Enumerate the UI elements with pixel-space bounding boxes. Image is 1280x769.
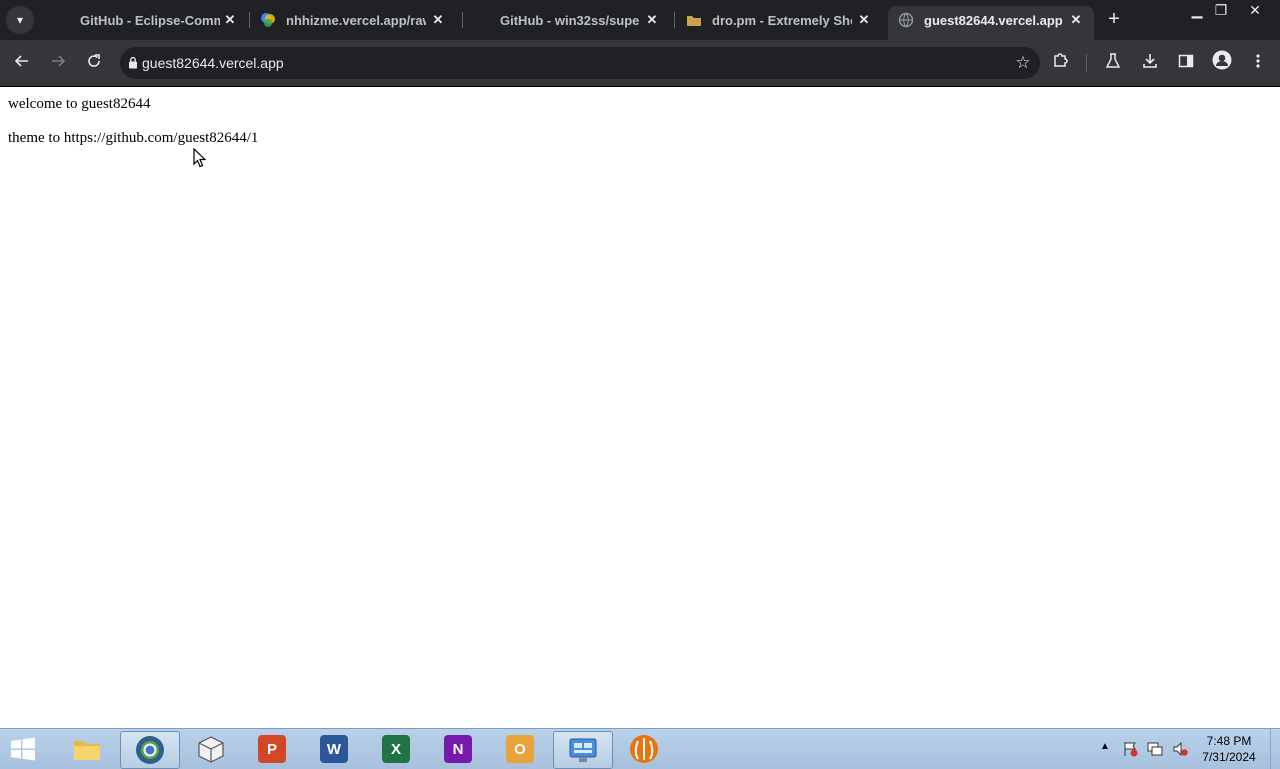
onenote-icon: N xyxy=(444,735,472,763)
chevron-down-icon: ▾ xyxy=(16,13,24,27)
tab-guest82644[interactable]: guest82644.vercel.app ✕ xyxy=(888,6,1094,40)
taskbar: P W X N O ▲ 7:48 PM 7/31/2024 xyxy=(0,728,1280,769)
reload-icon xyxy=(88,54,100,67)
profile-icon xyxy=(1212,50,1232,70)
powerpoint-icon: P xyxy=(258,735,286,763)
kebab-menu-icon xyxy=(1256,54,1260,68)
tab-separator xyxy=(674,12,675,28)
outlook-icon: O xyxy=(506,735,534,763)
address-bar[interactable]: guest82644.vercel.app ☆ xyxy=(120,47,1040,79)
lock-icon xyxy=(129,56,137,69)
control-panel-icon xyxy=(569,738,597,762)
address-text: guest82644.vercel.app xyxy=(142,55,284,71)
restore-button[interactable]: ❐ xyxy=(1204,0,1238,20)
back-button[interactable] xyxy=(9,50,35,76)
theme-text: theme to https://github.com/guest82644/1 xyxy=(8,130,259,146)
page-content: welcome to guest82644 theme to https://g… xyxy=(0,87,1280,728)
window-close-button[interactable]: ✕ xyxy=(1238,0,1272,20)
taskbar-word[interactable]: W xyxy=(305,731,363,767)
folder-icon xyxy=(74,741,100,760)
welcome-text: welcome to guest82644 xyxy=(8,96,151,112)
tab-title: nhhizme.vercel.app/raw/ xyxy=(286,13,426,28)
folder-favicon xyxy=(687,16,701,26)
side-panel-icon xyxy=(1178,54,1194,68)
action-center-flag-icon[interactable] xyxy=(1122,741,1138,757)
toolbar-divider xyxy=(1086,54,1087,72)
taskbar-3d-box-app[interactable] xyxy=(182,731,240,767)
taskbar-powerpoint[interactable]: P xyxy=(243,731,301,767)
start-button[interactable] xyxy=(10,737,36,761)
chrome-icon xyxy=(136,736,164,764)
volume-muted-icon[interactable] xyxy=(1172,741,1188,757)
flask-icon xyxy=(1105,53,1121,68)
taskbar-clock[interactable]: 7:48 PM 7/31/2024 xyxy=(1196,733,1262,765)
box-icon xyxy=(198,736,224,763)
colorful-favicon xyxy=(261,13,275,27)
forward-button[interactable] xyxy=(45,50,71,76)
bookmark-star-button[interactable]: ☆ xyxy=(1012,52,1034,74)
menu-button[interactable] xyxy=(1245,50,1271,76)
profile-button[interactable] xyxy=(1209,50,1235,76)
close-icon[interactable]: ✕ xyxy=(222,12,238,28)
taskbar-onenote[interactable]: N xyxy=(429,731,487,767)
star-icon: ☆ xyxy=(1015,53,1031,72)
tab-github-win32ss[interactable]: GitHub - win32ss/superm ✕ xyxy=(464,6,670,34)
tab-title: dro.pm - Extremely Short xyxy=(712,13,852,28)
excel-icon: X xyxy=(382,735,410,763)
side-panel-button[interactable] xyxy=(1173,50,1199,76)
puzzle-icon xyxy=(1054,53,1068,67)
forward-arrow-icon xyxy=(52,55,66,67)
orange-orb-icon xyxy=(630,735,658,763)
clock-date: 7/31/2024 xyxy=(1202,750,1256,764)
close-icon[interactable]: ✕ xyxy=(644,12,660,28)
tab-dro-pm[interactable]: dro.pm - Extremely Short ✕ xyxy=(676,6,882,34)
mouse-cursor-icon xyxy=(193,148,207,168)
browser-toolbar: guest82644.vercel.app ☆ xyxy=(0,40,1280,87)
reload-button[interactable] xyxy=(81,50,107,76)
tab-github-eclipse[interactable]: GitHub - Eclipse-Commun ✕ xyxy=(44,6,248,34)
tab-title: GitHub - Eclipse-Commun xyxy=(80,13,220,28)
tab-search-button[interactable]: ▾ xyxy=(6,6,34,34)
network-icon[interactable] xyxy=(1147,741,1163,757)
tab-title: GitHub - win32ss/superm xyxy=(500,13,640,28)
tab-title: guest82644.vercel.app xyxy=(924,13,1063,28)
taskbar-outlook[interactable]: O xyxy=(491,731,549,767)
taskbar-control-panel[interactable] xyxy=(553,731,613,769)
taskbar-file-explorer[interactable] xyxy=(58,731,116,767)
close-icon[interactable]: ✕ xyxy=(856,12,872,28)
close-icon[interactable]: ✕ xyxy=(430,12,446,28)
new-tab-button[interactable]: + xyxy=(1102,8,1126,32)
show-desktop-button[interactable] xyxy=(1270,729,1280,769)
close-icon[interactable]: ✕ xyxy=(1068,12,1084,28)
download-icon xyxy=(1143,54,1157,68)
tab-separator xyxy=(462,12,463,28)
tray-expand-button[interactable]: ▲ xyxy=(1100,741,1110,752)
taskbar-browser[interactable] xyxy=(120,731,180,769)
back-arrow-icon xyxy=(14,55,28,67)
word-icon: W xyxy=(320,735,348,763)
globe-favicon xyxy=(898,12,914,28)
tab-nhhizme[interactable]: nhhizme.vercel.app/raw/ ✕ xyxy=(250,6,456,34)
taskbar-media-app[interactable] xyxy=(615,731,673,767)
tab-strip: ▾ GitHub - Eclipse-Commun ✕ nhhizme.verc… xyxy=(0,0,1280,40)
downloads-button[interactable] xyxy=(1137,50,1163,76)
labs-button[interactable] xyxy=(1100,50,1126,76)
taskbar-excel[interactable]: X xyxy=(367,731,425,767)
github-favicon xyxy=(55,13,69,27)
github-favicon xyxy=(475,13,489,27)
extensions-button[interactable] xyxy=(1048,50,1074,76)
clock-time: 7:48 PM xyxy=(1206,734,1252,748)
